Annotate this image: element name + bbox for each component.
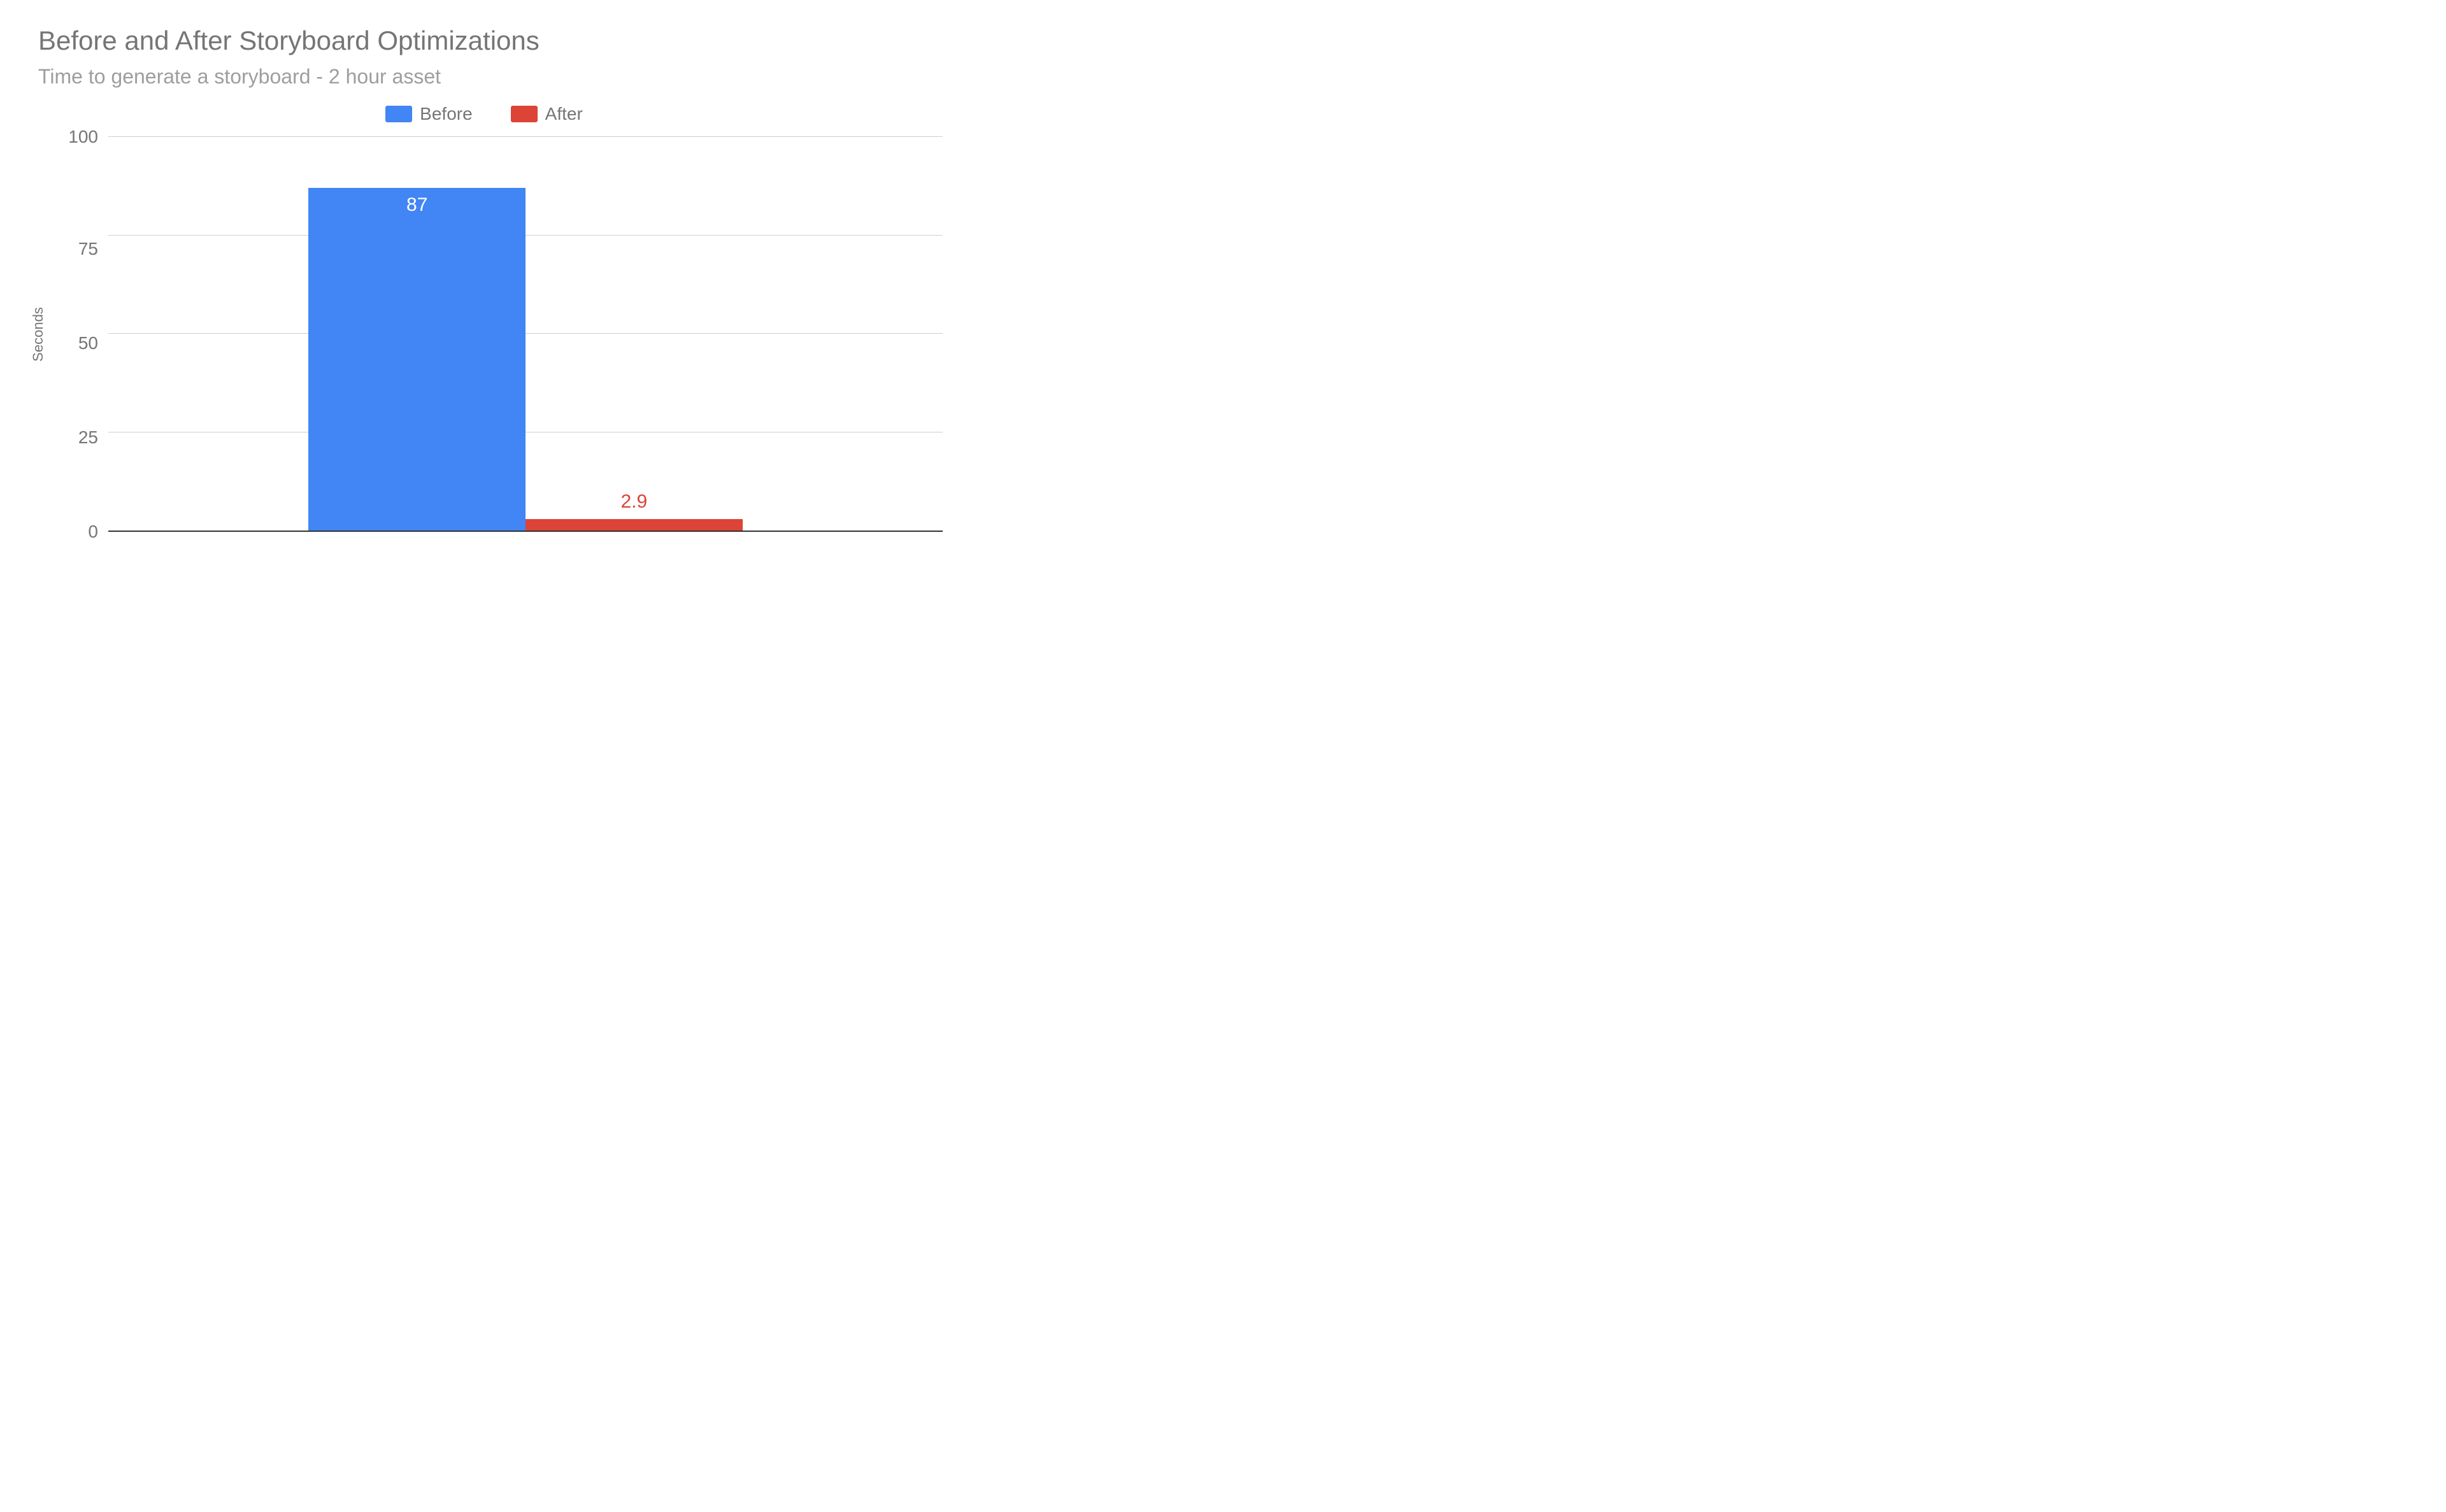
plot-area: 87 2.9 <box>108 137 943 532</box>
y-tick: 50 <box>78 334 98 352</box>
legend-swatch-before <box>385 106 412 122</box>
y-tick: 100 <box>68 128 98 146</box>
y-axis-label: Seconds <box>30 307 46 362</box>
legend-item-after: After <box>511 104 583 124</box>
ylabel-wrap: Seconds <box>25 137 51 532</box>
plot-wrapper: Seconds 100 75 50 25 0 87 2.9 <box>25 137 943 532</box>
y-axis: 100 75 50 25 0 <box>51 137 108 532</box>
bar-label-after: 2.9 <box>620 491 647 513</box>
chart-container: Before and After Storyboard Optimization… <box>25 25 943 532</box>
bar-before: 87 <box>308 188 526 531</box>
bars: 87 2.9 <box>108 137 943 531</box>
y-tick: 0 <box>88 523 98 541</box>
y-tick: 75 <box>78 240 98 258</box>
chart-subtitle: Time to generate a storyboard - 2 hour a… <box>38 65 943 89</box>
y-tick: 25 <box>78 429 98 446</box>
legend-swatch-after <box>511 106 538 122</box>
legend-label: Before <box>420 104 473 124</box>
legend: Before After <box>25 104 943 124</box>
chart-title: Before and After Storyboard Optimization… <box>38 25 943 56</box>
legend-item-before: Before <box>385 104 473 124</box>
legend-label: After <box>545 104 583 124</box>
bar-after: 2.9 <box>526 519 743 531</box>
bar-label-before: 87 <box>406 194 427 216</box>
